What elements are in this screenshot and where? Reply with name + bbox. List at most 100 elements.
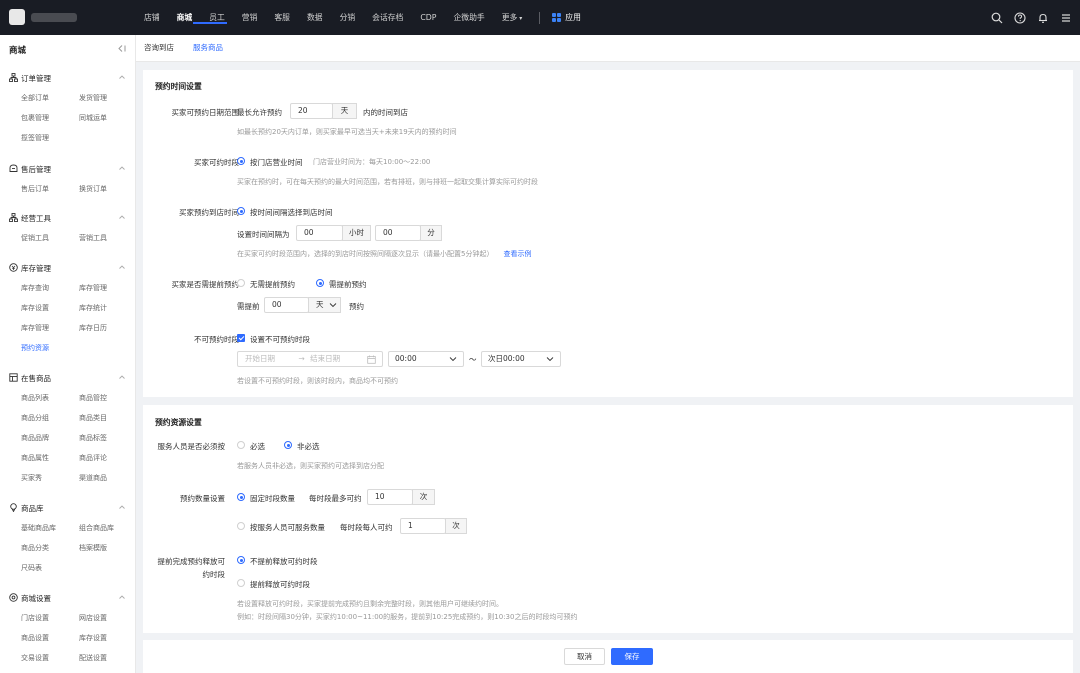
radio-staff-optional[interactable]: [284, 441, 292, 449]
brand-logo[interactable]: [9, 9, 25, 25]
radio-staff-quantity[interactable]: [237, 522, 245, 530]
sidebar-item-inventory-manage[interactable]: 库存管理: [79, 283, 107, 293]
sidebar-item-trade-settings[interactable]: 交易设置: [21, 653, 49, 663]
sidebar-group-header[interactable]: 售后管理: [0, 163, 136, 175]
radio-need-advance[interactable]: [316, 279, 324, 287]
sidebar-item-store-settings[interactable]: 门店设置: [21, 613, 49, 623]
sidebar-item-product-attributes[interactable]: 商品属性: [21, 453, 49, 463]
sidebar-item-product-control[interactable]: 商品管控: [79, 393, 107, 403]
radio-store-hours[interactable]: [237, 157, 245, 165]
menu-icon[interactable]: [1059, 11, 1072, 24]
early-release-option[interactable]: 提前释放可约时段: [250, 579, 310, 590]
nav-item-mall[interactable]: 商城: [177, 12, 193, 23]
sidebar-item-size-chart[interactable]: 尺码表: [21, 563, 42, 573]
sidebar-item-inventory-query[interactable]: 库存查询: [21, 283, 49, 293]
nav-item-chat-archive[interactable]: 会话存档: [372, 12, 403, 23]
nav-item-more[interactable]: 更多 ▾: [502, 12, 523, 23]
radio-no-release[interactable]: [237, 556, 245, 564]
sidebar-item-product-groups[interactable]: 商品分组: [21, 413, 49, 423]
save-button[interactable]: 保存: [611, 648, 653, 665]
fixed-quantity-option[interactable]: 固定时段数量: [250, 493, 295, 504]
sidebar-item-product-classification[interactable]: 商品分类: [21, 543, 49, 553]
sidebar-group-header[interactable]: 经营工具: [0, 212, 136, 224]
sidebar-item-marketing-tools[interactable]: 营销工具: [79, 233, 107, 243]
radio-staff-required[interactable]: [237, 441, 245, 449]
nav-item-cdp[interactable]: CDP: [420, 13, 436, 22]
sidebar-item-product-settings[interactable]: 商品设置: [21, 633, 49, 643]
sidebar-item-exchange-orders[interactable]: 换货订单: [79, 184, 107, 194]
chevron-up-icon: [119, 505, 125, 509]
nav-item-data[interactable]: 数据: [307, 12, 323, 23]
date-range-picker[interactable]: 开始日期 → 结束日期: [237, 351, 383, 367]
start-time-select[interactable]: 00:00: [388, 351, 464, 367]
nav-item-store[interactable]: 店铺: [144, 12, 160, 23]
no-advance-option[interactable]: 无需提前预约: [250, 279, 295, 290]
radio-no-advance[interactable]: [237, 279, 245, 287]
sidebar-item-all-orders[interactable]: 全部订单: [21, 93, 49, 103]
sidebar-item-product-list[interactable]: 商品列表: [21, 393, 49, 403]
max-per-slot-input[interactable]: 10: [367, 489, 413, 505]
nav-item-customer-service[interactable]: 客服: [274, 12, 290, 23]
staff-quantity-option[interactable]: 按服务人员可服务数量: [250, 522, 325, 533]
sidebar-item-shipping[interactable]: 发货管理: [79, 93, 107, 103]
sidebar-group-header[interactable]: 在售商品: [0, 372, 136, 384]
sidebar-item-promotion-tools[interactable]: 促销工具: [21, 233, 49, 243]
advance-days-input[interactable]: 00: [264, 297, 309, 313]
sidebar-item-product-tags[interactable]: 商品标签: [79, 433, 107, 443]
cancel-button[interactable]: 取消: [564, 648, 605, 665]
nav-item-apps[interactable]: 应用: [552, 12, 581, 23]
sidebar-item-product-brands[interactable]: 商品品牌: [21, 433, 49, 443]
search-icon[interactable]: [990, 11, 1003, 24]
advance-unit-select[interactable]: 天: [308, 297, 341, 313]
radio-fixed-quantity[interactable]: [237, 493, 245, 501]
sidebar-item-online-store-settings[interactable]: 网店设置: [79, 613, 107, 623]
sidebar-item-channel-products[interactable]: 渠道商品: [79, 473, 107, 483]
max-booking-days-input[interactable]: 20: [290, 103, 333, 119]
tab-in-store-consult[interactable]: 咨询到店: [144, 42, 174, 53]
sidebar-item-delivery-settings[interactable]: 配送设置: [79, 653, 107, 663]
sidebar-item-local-waybill[interactable]: 同城运单: [79, 113, 107, 123]
bell-icon[interactable]: [1036, 11, 1049, 24]
sidebar-item-buyer-show[interactable]: 买家秀: [21, 473, 42, 483]
unavailable-checkbox[interactable]: [237, 334, 245, 342]
sidebar-group-header[interactable]: 订单管理: [0, 72, 136, 84]
radio-interval[interactable]: [237, 207, 245, 215]
sidebar-group-header[interactable]: 库存管理: [0, 262, 136, 274]
nav-item-marketing[interactable]: 营销: [242, 12, 258, 23]
sidebar-item-product-categories[interactable]: 商品类目: [79, 413, 107, 423]
sidebar-group-header[interactable]: 商城设置: [0, 592, 136, 604]
staff-required-option[interactable]: 必选: [250, 441, 265, 452]
interval-option[interactable]: 按时间间隔选择到店时间: [250, 207, 333, 218]
sidebar-item-stock-settings[interactable]: 库存设置: [79, 633, 107, 643]
sidebar-item-inventory-settings[interactable]: 库存设置: [21, 303, 49, 313]
nav-item-wecom-assistant[interactable]: 企微助手: [454, 12, 485, 23]
help-icon[interactable]: [1013, 11, 1026, 24]
sidebar-item-inventory-manage-2[interactable]: 库存管理: [21, 323, 49, 333]
staff-optional-option[interactable]: 非必选: [297, 441, 320, 452]
sidebar-item-bundle-product-library[interactable]: 组合商品库: [79, 523, 114, 533]
sidebar-item-booking-resources[interactable]: 预约资源: [21, 343, 49, 353]
sidebar-item-archive-templates[interactable]: 档案模版: [79, 543, 107, 553]
sidebar-item-base-product-library[interactable]: 基础商品库: [21, 523, 56, 533]
sidebar-item-pickup-sign[interactable]: 揽签管理: [21, 133, 49, 143]
view-example-link[interactable]: 查看示例: [503, 250, 531, 258]
collapse-sidebar-icon[interactable]: [118, 44, 127, 55]
per-staff-input[interactable]: 1: [400, 518, 446, 534]
sidebar-item-after-sales-orders[interactable]: 售后订单: [21, 184, 49, 194]
store-hours-option[interactable]: 按门店营业时间: [250, 157, 303, 168]
sidebar-item-inventory-calendar[interactable]: 库存日历: [79, 323, 107, 333]
radio-early-release[interactable]: [237, 579, 245, 587]
unavailable-checkbox-label[interactable]: 设置不可预约时段: [250, 334, 310, 345]
sidebar-item-inventory-stats[interactable]: 库存统计: [79, 303, 107, 313]
nav-item-distribution[interactable]: 分销: [340, 12, 356, 23]
sidebar-group-on-sale: 在售商品 商品列表 商品管控 商品分组 商品类目 商品品牌 商品标签 商品属性 …: [0, 372, 136, 482]
interval-minutes-input[interactable]: 00: [375, 225, 421, 241]
tab-service-products[interactable]: 服务商品: [193, 42, 223, 53]
end-time-select[interactable]: 次日00:00: [481, 351, 561, 367]
need-advance-option[interactable]: 需提前预约: [329, 279, 367, 290]
sidebar-item-packages[interactable]: 包裹管理: [21, 113, 49, 123]
sidebar-item-product-reviews[interactable]: 商品评论: [79, 453, 107, 463]
no-release-option[interactable]: 不提前释放可约时段: [250, 556, 318, 567]
sidebar-group-header[interactable]: 商品库: [0, 502, 136, 514]
interval-hours-input[interactable]: 00: [296, 225, 343, 241]
